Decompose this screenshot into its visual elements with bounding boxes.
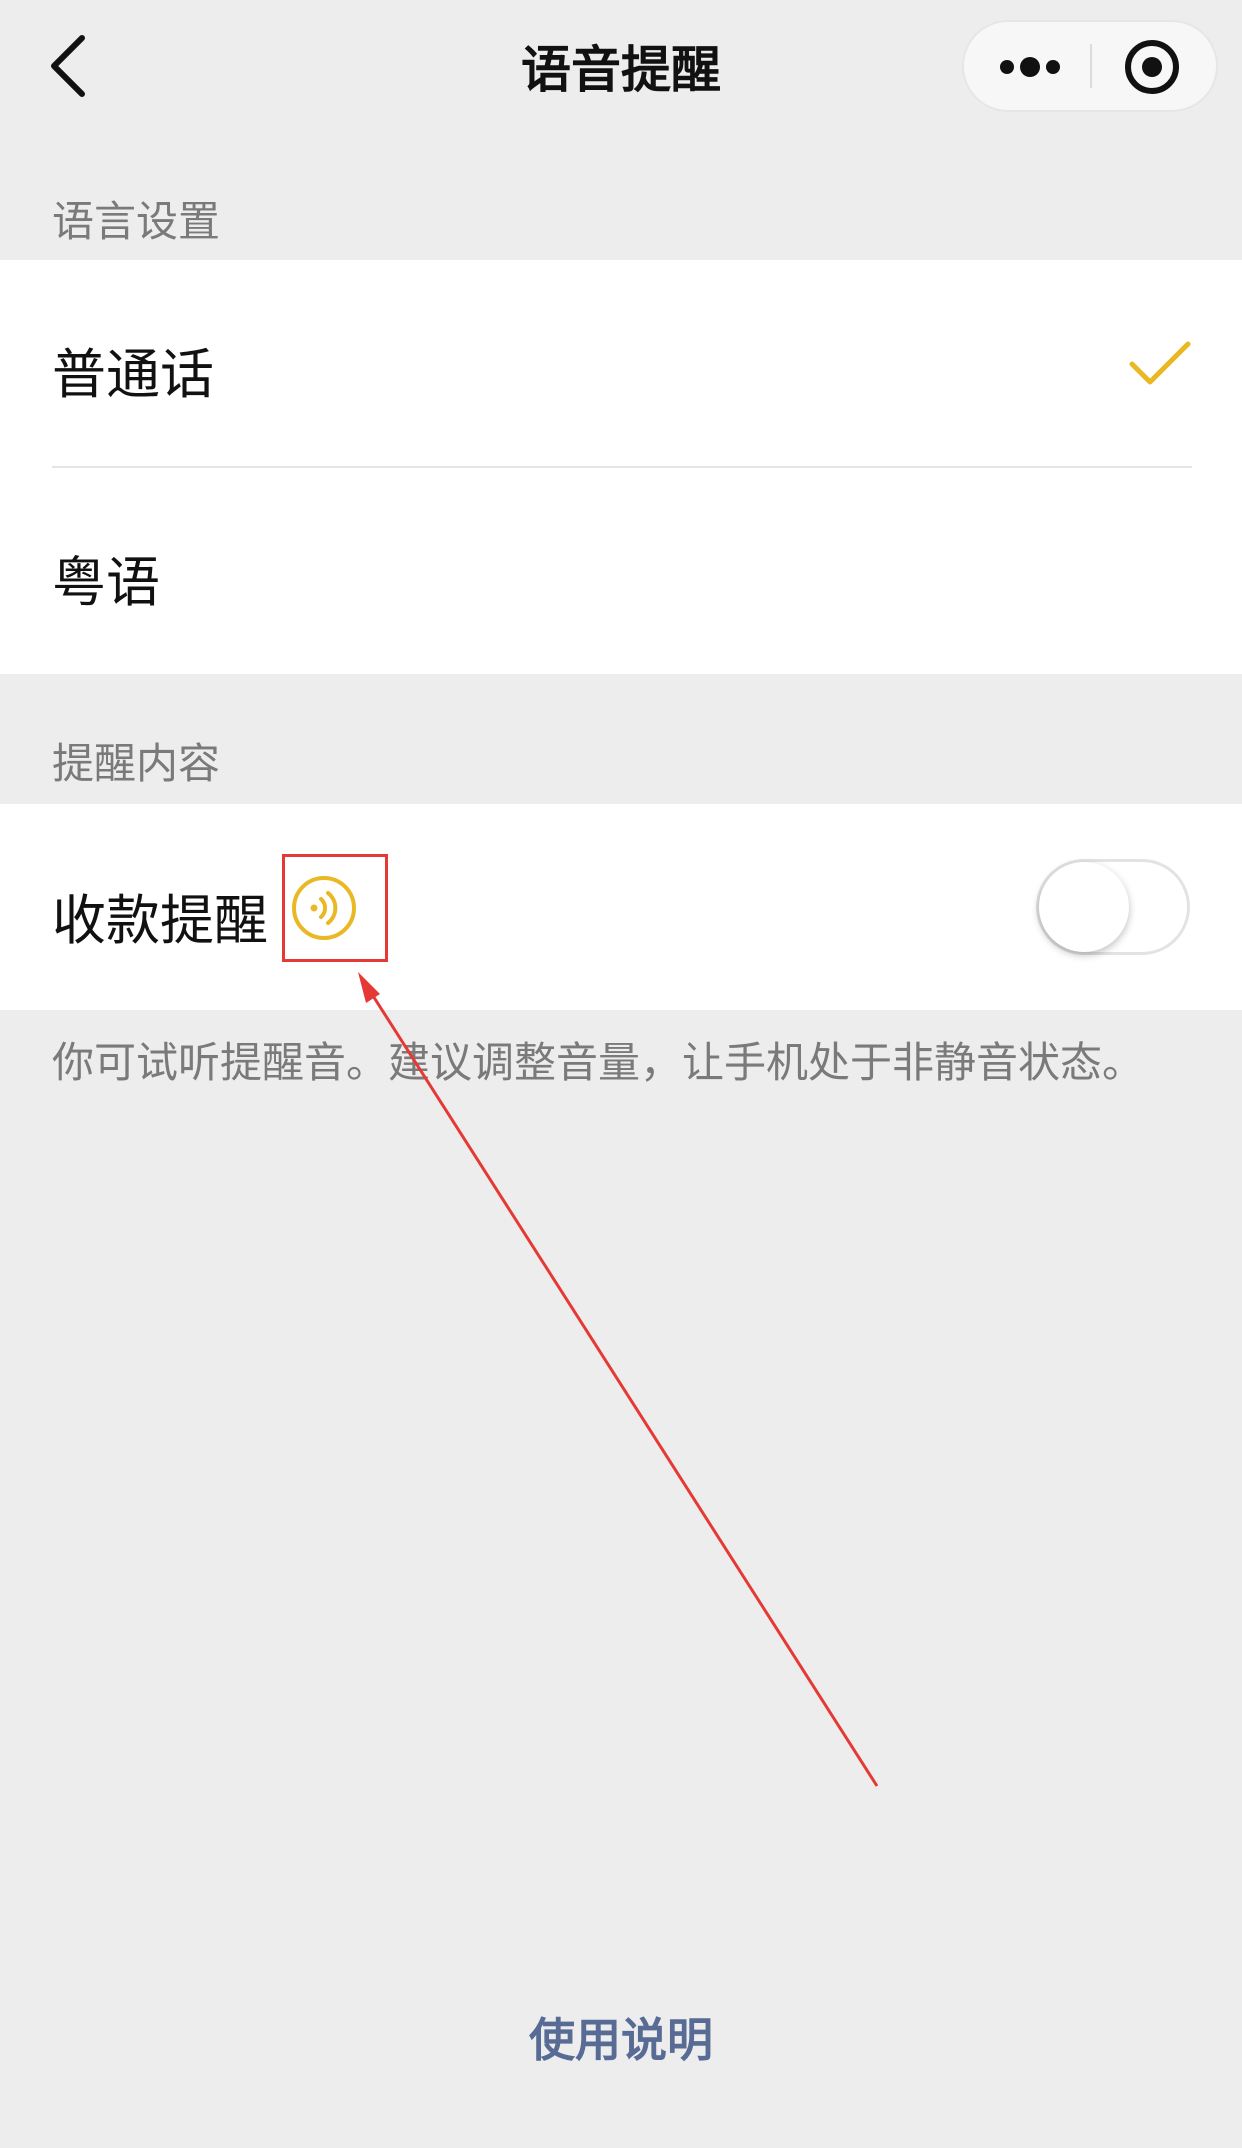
- language-options-group: 普通话 粤语: [0, 260, 1242, 674]
- payment-reminder-row: 收款提醒: [0, 804, 1242, 1010]
- payment-reminder-label: 收款提醒: [52, 889, 268, 952]
- language-section-title: 语言设置: [52, 197, 221, 246]
- speaker-play-icon[interactable]: [290, 874, 358, 942]
- help-link[interactable]: 使用说明: [0, 2004, 1242, 2070]
- toggle-knob: [1039, 862, 1129, 952]
- target-close-icon: [1125, 40, 1179, 94]
- payment-reminder-toggle[interactable]: [1036, 859, 1190, 955]
- hint-text: 你可试听提醒音。建议调整音量，让手机处于非静音状态。: [52, 1038, 1145, 1087]
- more-button[interactable]: [964, 22, 1090, 110]
- more-dots-icon: [1000, 57, 1060, 77]
- close-button[interactable]: [1092, 22, 1216, 110]
- checkmark-icon: [1129, 341, 1191, 385]
- remind-options-group: 收款提醒: [0, 804, 1242, 1010]
- language-option-mandarin[interactable]: 普通话: [0, 260, 1242, 466]
- language-option-label: 普通话: [52, 343, 214, 406]
- mini-program-capsule: [962, 20, 1218, 112]
- navigation-bar: 语音提醒: [0, 0, 1242, 130]
- language-option-cantonese[interactable]: 粤语: [0, 468, 1242, 674]
- language-option-label: 粤语: [52, 551, 160, 614]
- remind-section-title: 提醒内容: [52, 739, 221, 788]
